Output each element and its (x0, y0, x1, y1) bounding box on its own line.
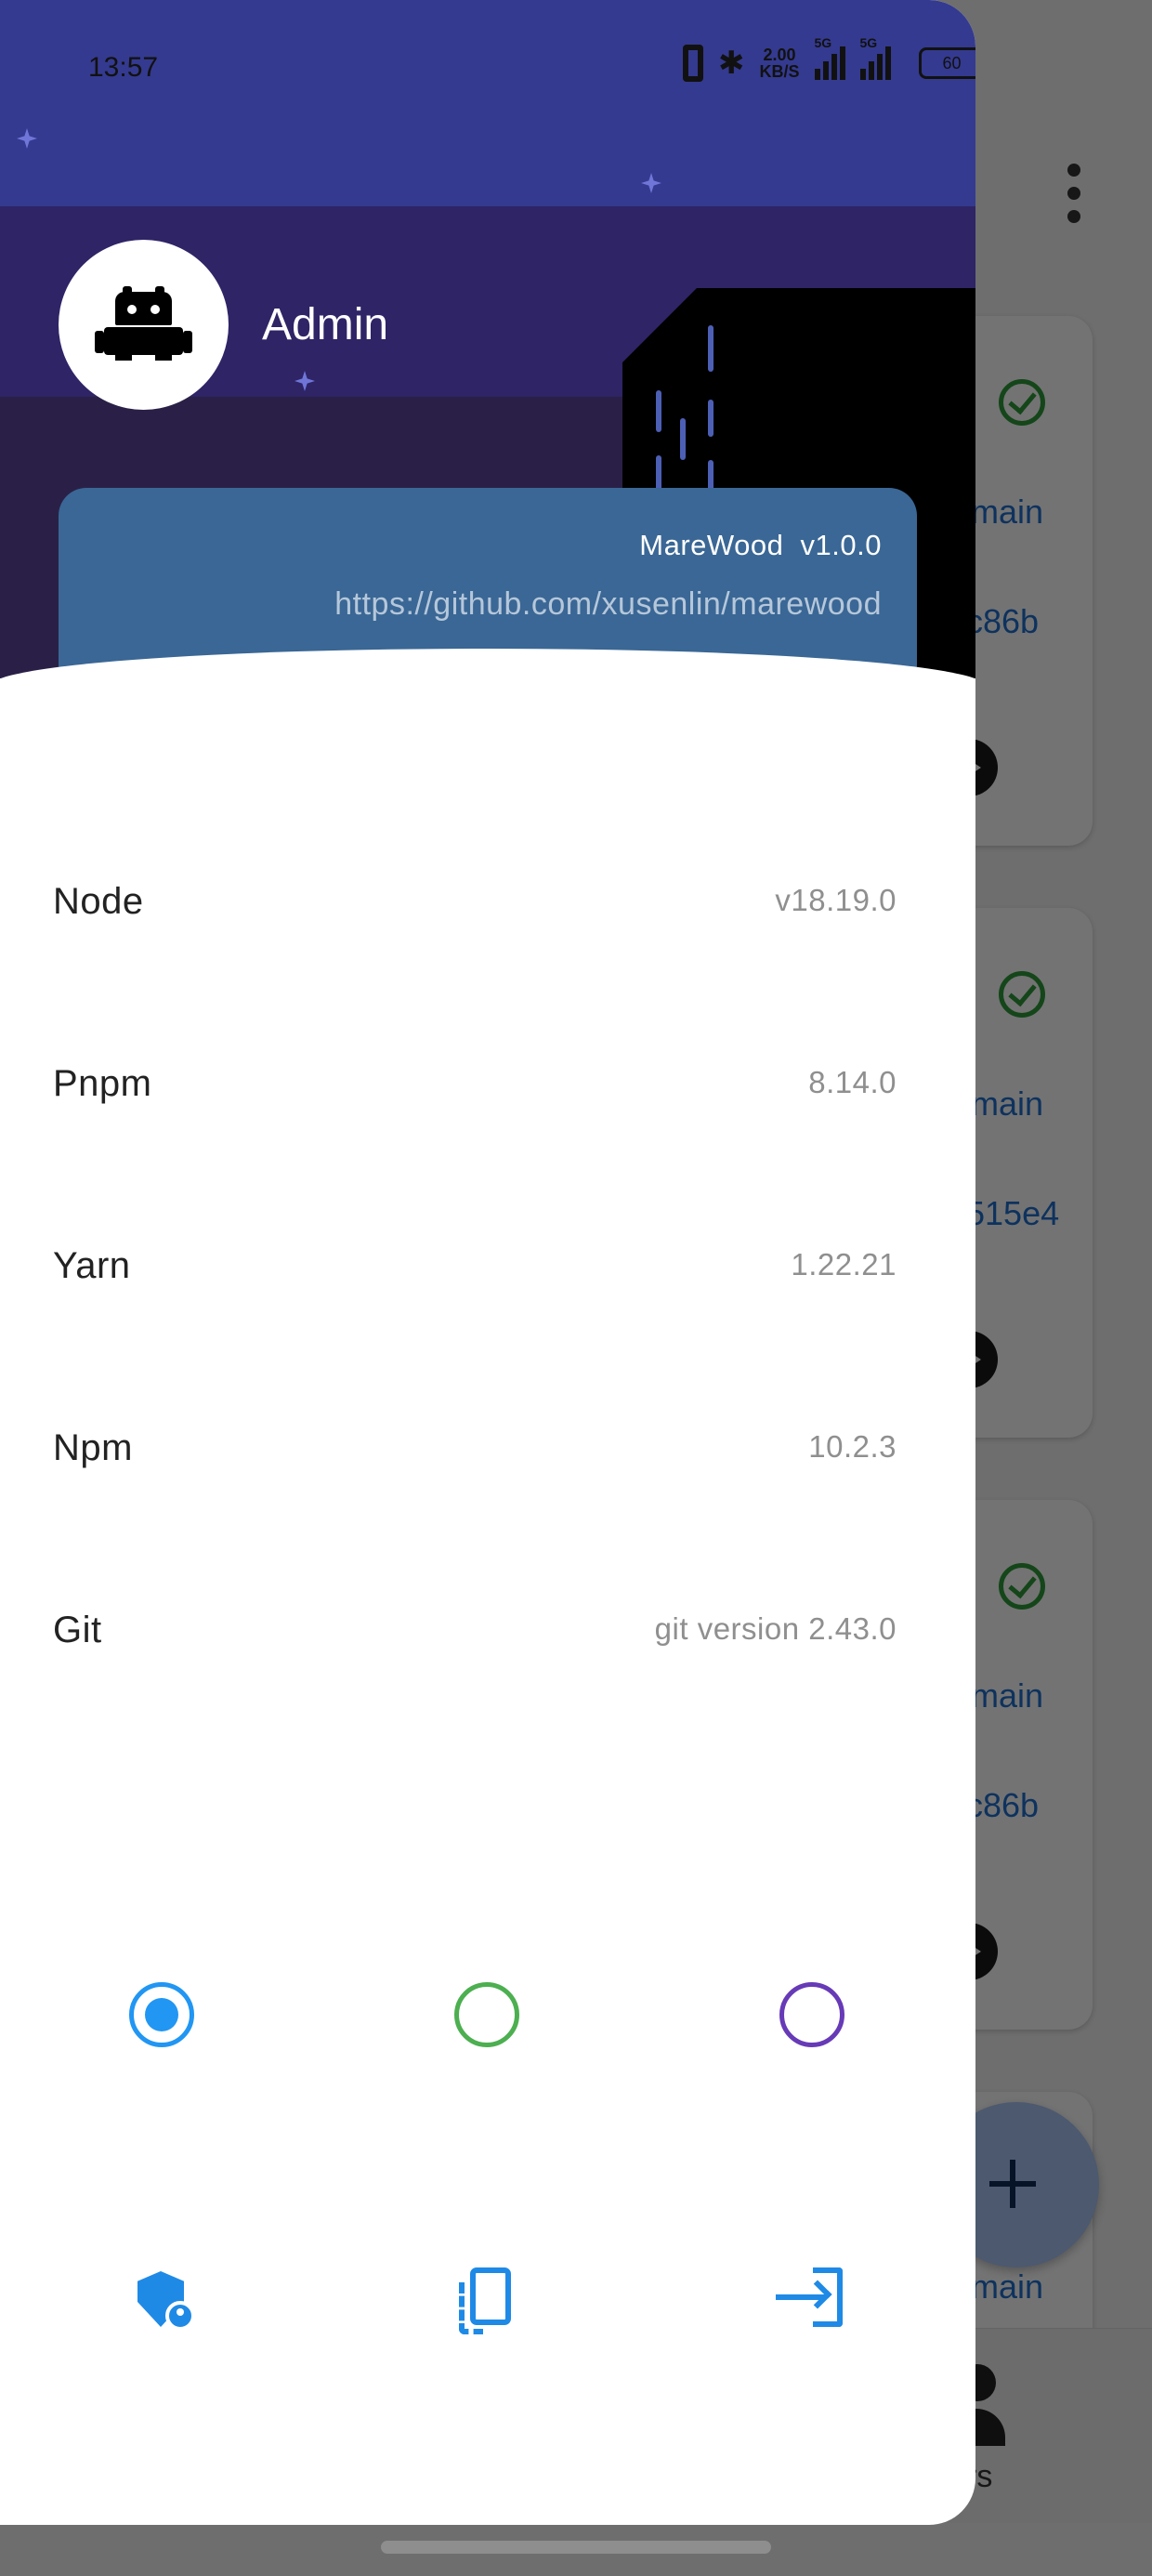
signal-icon: 5G (814, 35, 845, 80)
info-label: Node (53, 881, 144, 922)
admin-shield-icon[interactable] (126, 2264, 201, 2338)
info-value: git version 2.43.0 (654, 1611, 897, 1646)
theme-radio-purple[interactable] (779, 1982, 844, 2047)
status-bar: 13:57 ✱ 2.00 KB/S 5G 5G 60 (0, 0, 975, 139)
theme-radio-green[interactable] (454, 1982, 519, 2047)
info-label: Npm (53, 1427, 133, 1468)
info-row-node: Node v18.19.0 (0, 818, 975, 1000)
info-row-git: Git git version 2.43.0 (0, 1546, 975, 1728)
info-row-pnpm: Pnpm 8.14.0 (0, 1000, 975, 1182)
status-time: 13:57 (88, 52, 159, 83)
vibrate-icon (683, 45, 703, 82)
info-row-npm: Npm 10.2.3 (0, 1364, 975, 1546)
login-icon[interactable] (776, 2264, 850, 2338)
network-speed: 2.00 KB/S (759, 46, 800, 81)
info-value: 8.14.0 (808, 1065, 897, 1099)
info-label: Git (53, 1610, 102, 1650)
info-value: 1.22.21 (791, 1247, 897, 1281)
username: Admin (262, 300, 389, 349)
info-value: v18.19.0 (775, 883, 897, 917)
theme-radio-blue[interactable] (129, 1982, 194, 2047)
avatar[interactable] (59, 240, 229, 410)
info-label: Pnpm (53, 1063, 152, 1104)
navigation-drawer: 13:57 ✱ 2.00 KB/S 5G 5G 60 Admin MareWoo… (0, 0, 975, 2525)
battery-icon: 60 (918, 47, 975, 79)
device-icon[interactable] (450, 2264, 524, 2338)
robot-icon (95, 286, 192, 361)
repo-link[interactable]: https://github.com/xusenlin/marewood (334, 586, 882, 623)
info-value: 10.2.3 (808, 1429, 897, 1464)
info-label: Yarn (53, 1245, 131, 1286)
home-indicator[interactable] (381, 2541, 771, 2554)
signal-icon: 5G (859, 35, 891, 80)
radio-selected-dot (145, 1998, 178, 2031)
app-version: MareWood v1.0.0 (639, 529, 882, 561)
info-row-yarn: Yarn 1.22.21 (0, 1182, 975, 1364)
drawer-header: 13:57 ✱ 2.00 KB/S 5G 5G 60 Admin MareWoo… (0, 0, 975, 678)
bluetooth-icon: ✱ (718, 46, 745, 81)
